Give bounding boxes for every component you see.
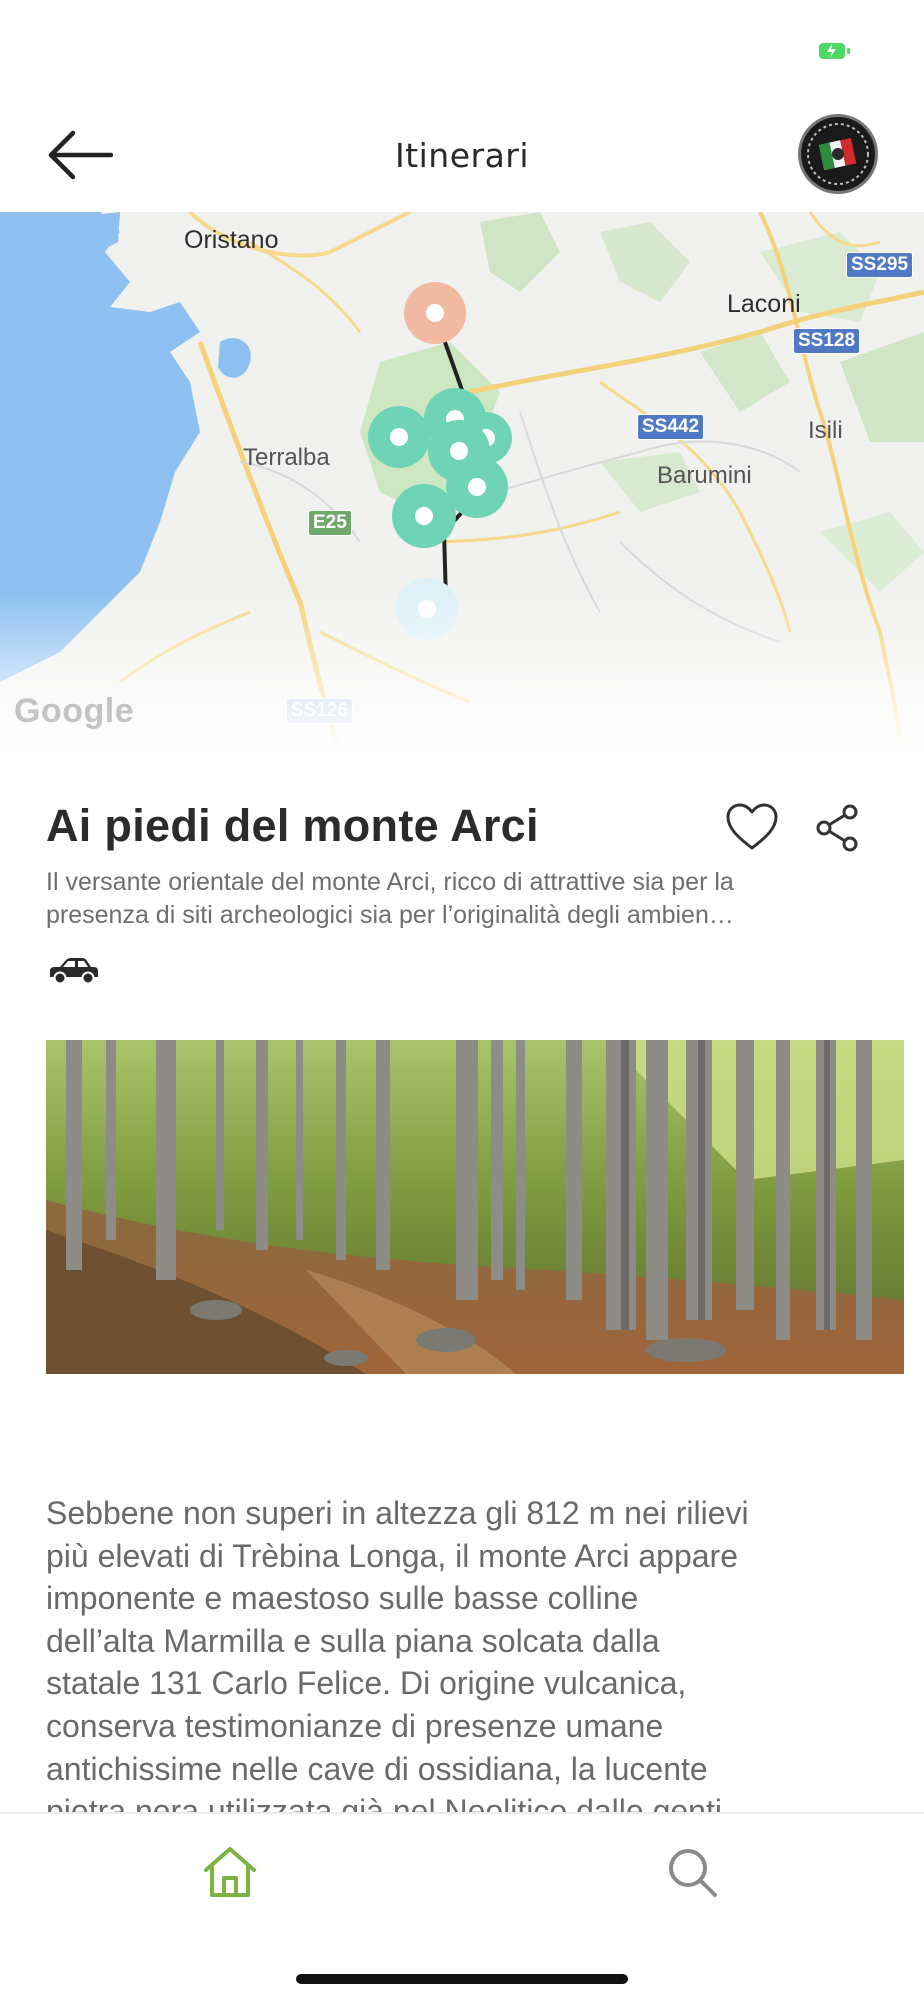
map[interactable]: Oristano Laconi Terralba Isili Barumini …: [0, 212, 924, 752]
description-line: dell’alta Marmilla e sulla piana solcata…: [46, 1622, 660, 1659]
bottom-nav: [0, 1812, 924, 2000]
header: Itinerari: [0, 100, 924, 212]
map-label-barumini: Barumini: [657, 462, 752, 489]
description-line: conserva testimonianze di presenze umane: [46, 1707, 664, 1744]
description-line: statale 131 Carlo Felice. Di origine vul…: [46, 1665, 687, 1702]
road-badge-ss295: SS295: [846, 252, 914, 278]
google-attribution: Google: [14, 692, 135, 730]
description-line: imponente e maestoso sulle basse colline: [46, 1580, 639, 1617]
marker-dot: [390, 428, 408, 446]
marker-dot: [426, 304, 444, 322]
status-bar: [0, 0, 924, 100]
itinerary-photo[interactable]: [46, 1040, 904, 1374]
road-badge-ss126: SS126: [286, 698, 354, 724]
share-button[interactable]: [812, 800, 864, 856]
back-button[interactable]: [40, 120, 120, 190]
map-label-laconi: Laconi: [727, 290, 801, 318]
search-icon: [669, 1849, 717, 1897]
description-line: Sebbene non superi in altezza gli 812 m …: [46, 1495, 749, 1531]
map-label-isili: Isili: [808, 417, 843, 444]
itinerary-summary: Il versante orientale del monte Arci, ri…: [46, 866, 886, 932]
description-line: antichissime nelle cave di ossidiana, la…: [46, 1750, 708, 1787]
map-marker-stop[interactable]: [392, 484, 456, 548]
car-icon: [50, 958, 98, 985]
itinerary-description: Sebbene non superi in altezza gli 812 m …: [46, 1492, 896, 1833]
nav-home-button[interactable]: [200, 1844, 260, 1900]
home-indicator[interactable]: [296, 1974, 628, 1984]
arrow-left-icon: [48, 130, 113, 180]
page-title: Itinerari: [394, 136, 530, 175]
marker-dot: [418, 600, 436, 618]
map-label-terralba: Terralba: [243, 444, 330, 471]
battery-charging-icon: [819, 43, 850, 59]
road-badge-ss128: SS128: [793, 328, 861, 354]
avatar[interactable]: [798, 114, 878, 194]
nav-search-button[interactable]: [664, 1844, 720, 1900]
road-badge-ss442: SS442: [637, 414, 705, 440]
road-badge-e25: E25: [308, 510, 352, 536]
italian-flag-badge-icon: [802, 118, 874, 190]
marker-dot: [468, 478, 486, 496]
map-label-oristano: Oristano: [184, 226, 279, 254]
description-line: più elevati di Trèbina Longa, il monte A…: [46, 1537, 738, 1574]
heart-outline-icon: [726, 803, 778, 850]
share-icon: [816, 804, 858, 852]
favorite-button[interactable]: [724, 800, 780, 856]
map-marker-start[interactable]: [404, 282, 466, 344]
summary-line: Il versante orientale del monte Arci, ri…: [46, 868, 734, 896]
map-marker-end[interactable]: [396, 578, 458, 640]
summary-line: presenza di siti archeologici sia per l’…: [46, 901, 734, 929]
map-marker-stop[interactable]: [368, 406, 430, 468]
itinerary-title: Ai piedi del monte Arci: [46, 800, 539, 851]
home-icon: [204, 1847, 256, 1897]
marker-dot: [415, 507, 433, 525]
forest-photo: [46, 1040, 904, 1374]
